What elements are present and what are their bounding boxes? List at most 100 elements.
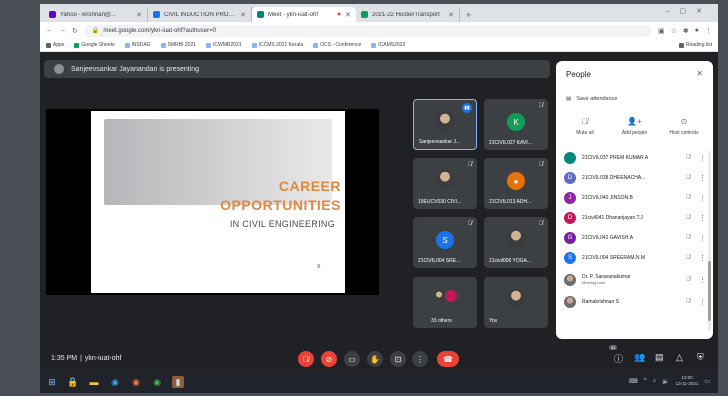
tab-title: 2021-22 Hostel/Transport	[372, 11, 440, 18]
camera-icon[interactable]: ▣	[658, 27, 665, 35]
mic-off-icon[interactable]: 🎙̸	[683, 175, 693, 181]
folder-icon[interactable]: ▬	[88, 376, 100, 388]
close-icon[interactable]: ✕	[136, 11, 142, 19]
bookmark-icon	[371, 42, 377, 48]
list-item[interactable]: G 21CIVIL042 GAVISH.A 🎙̸ ⋮	[556, 228, 713, 248]
edge-icon[interactable]: ◉	[109, 376, 121, 388]
window-controls[interactable]: –▢✕	[666, 7, 712, 15]
more-options-icon[interactable]: ⋮	[699, 154, 706, 162]
participant-name: 19EUCV030 CIVI...	[418, 199, 462, 205]
people-panel: People ✕ ▤ Save attendance 🎙̸ Mute all 👤…	[556, 61, 713, 339]
present-button[interactable]: ⊡	[390, 351, 406, 367]
activities-icon[interactable]: △	[676, 352, 683, 363]
mic-off-icon[interactable]: 🎙̸	[683, 155, 693, 161]
bookmark-iccms[interactable]: ICCMS 2021 Kerala	[251, 42, 303, 48]
windows-start-icon[interactable]: ⊞	[46, 376, 58, 388]
new-tab-button[interactable]: +	[460, 10, 477, 22]
participant-tile[interactable]: 🎙̸ 21civil006 YOGA...	[484, 217, 548, 268]
list-item[interactable]: D 21CIVIL038 DHEENACHA... 🎙̸ ⋮	[556, 168, 713, 188]
menu-icon[interactable]: ⋮	[705, 27, 712, 35]
more-options-icon[interactable]: ⋮	[699, 298, 706, 306]
bookmark-google-sheets[interactable]: Google Sheets	[74, 42, 115, 48]
bookmark-apps[interactable]: Apps	[46, 42, 64, 48]
list-item[interactable]: Dr. P. Saravanakumar Meeting host 🎙̸ ⋮	[556, 268, 713, 292]
tab-civil-induction[interactable]: CIVIL INDUCTION PROGRAMME ✕	[148, 7, 252, 22]
chrome-icon[interactable]: ◉	[151, 376, 163, 388]
host-controls-button[interactable]: ⊙ Host controls	[661, 117, 707, 136]
back-icon[interactable]: ←	[46, 27, 53, 34]
people-icon[interactable]: 👥	[634, 352, 645, 363]
more-options-icon[interactable]: ⋮	[699, 254, 706, 262]
info-icon[interactable]: ⓘ	[614, 352, 623, 365]
extensions-icon[interactable]: ✱	[683, 27, 689, 35]
tab-meet[interactable]: Meet - ykn-iuat-ohf ● ✕	[252, 7, 356, 22]
panel-title: People	[566, 70, 591, 79]
captions-button[interactable]: ▭	[344, 351, 360, 367]
participant-tile[interactable]: ▮▮ Sanjeevsankar J...	[413, 99, 477, 150]
reading-list[interactable]: Reading list	[678, 42, 712, 48]
profile-icon[interactable]: ●	[695, 27, 699, 34]
close-icon[interactable]: ✕	[240, 11, 246, 19]
raise-hand-button[interactable]: ✋	[367, 351, 383, 367]
firefox-icon[interactable]: ◉	[130, 376, 142, 388]
leave-call-button[interactable]: ☎	[437, 351, 459, 367]
participant-name: 21civil006 YOGA...	[489, 258, 532, 264]
participant-tile[interactable]: K 🎙̸ 21CIVIL027 KAVI...	[484, 99, 548, 150]
mic-off-icon[interactable]: 🎙̸	[683, 215, 693, 221]
mic-off-icon[interactable]: 🎙̸	[683, 195, 693, 201]
host-controls-icon[interactable]: ⛨	[697, 352, 704, 363]
save-attendance-button[interactable]: ▤ Save attendance	[566, 96, 618, 102]
chevron-up-icon[interactable]: ^	[644, 378, 647, 384]
list-item[interactable]: S 21CIVIL004 SREERAM.N.M 🎙̸ ⋮	[556, 248, 713, 268]
clock[interactable]: 13:00 13-11-2021	[676, 375, 699, 387]
more-options-icon[interactable]: ⋮	[699, 174, 706, 182]
tab-yahoo[interactable]: Yahoo - krishnan@... ✕	[44, 7, 148, 22]
participant-tile[interactable]: ● 🎙̸ 21CIVIL013 ADH...	[484, 158, 548, 209]
reload-icon[interactable]: ↻	[72, 27, 78, 35]
mute-all-button[interactable]: 🎙̸ Mute all	[562, 117, 608, 136]
list-item[interactable]: D 21civil041 Dhananjayan.T.J 🎙̸ ⋮	[556, 208, 713, 228]
more-options-button[interactable]: ⋮	[412, 351, 428, 367]
star-icon[interactable]: ☆	[671, 27, 677, 35]
volume-icon[interactable]: 🔈	[662, 378, 669, 385]
mic-off-icon[interactable]: 🎙̸	[683, 299, 693, 305]
mic-off-icon[interactable]: 🎙̸	[683, 277, 693, 283]
network-icon[interactable]: ⌂	[653, 378, 657, 384]
participant-tile[interactable]: S 🎙̸ 21CIVIL004 SRE...	[413, 217, 477, 268]
self-tile[interactable]: You	[484, 277, 548, 328]
lock-icon[interactable]: 🔒	[67, 376, 79, 388]
list-item[interactable]: 21CIVIL037 PREM KUMAR A 🎙̸ ⋮	[556, 148, 713, 168]
list-item[interactable]: Ramakrishnan S 🎙̸ ⋮	[556, 292, 713, 312]
list-item[interactable]: J 21CIVIL040 JINSON.B 🎙̸ ⋮	[556, 188, 713, 208]
add-people-button[interactable]: 👤+ Add people	[612, 117, 658, 136]
mic-toggle-button[interactable]: 🎙̸	[298, 351, 314, 367]
mic-off-icon[interactable]: 🎙̸	[683, 235, 693, 241]
close-icon[interactable]: ✕	[696, 69, 703, 78]
participant-tile[interactable]: 🎙̸ 19EUCV030 CIVI...	[413, 158, 477, 209]
close-icon[interactable]: ✕	[448, 11, 454, 19]
more-options-icon[interactable]: ⋮	[699, 214, 706, 222]
others-tile[interactable]: 33 others	[413, 277, 477, 328]
bookmark-insdag[interactable]: INSDAG	[124, 42, 151, 48]
more-options-icon[interactable]: ⋮	[699, 234, 706, 242]
notifications-icon[interactable]: ▭	[704, 378, 710, 385]
tab-hostel[interactable]: 2021-22 Hostel/Transport ✕	[356, 7, 460, 22]
keyboard-icon[interactable]: ⌨	[629, 378, 638, 385]
more-options-icon[interactable]: ⋮	[699, 276, 706, 284]
bookmark-smrbi[interactable]: SMRBI 2021	[160, 42, 196, 48]
close-icon[interactable]: ✕	[345, 11, 351, 19]
more-options-icon[interactable]: ⋮	[699, 194, 706, 202]
mic-off-icon[interactable]: 🎙̸	[683, 255, 693, 261]
camera-toggle-button[interactable]: ⊘	[321, 351, 337, 367]
forward-icon[interactable]: →	[59, 27, 66, 34]
panel-scroll-thumb[interactable]	[708, 261, 711, 321]
participant-name: 21CIVIL027 KAVI...	[489, 140, 532, 146]
presentation-stage[interactable]: CAREER OPPORTUNITIES IN CIVIL ENGINEERIN…	[46, 109, 379, 295]
bookmark-icwmr[interactable]: ICWMR2021	[206, 42, 242, 48]
tab-bar: Yahoo - krishnan@... ✕ CIVIL INDUCTION P…	[40, 4, 718, 22]
chat-icon[interactable]: ▤	[655, 352, 664, 363]
bookmark-icams[interactable]: ICAMS2022	[371, 42, 405, 48]
url-field[interactable]: 🔒 meet.google.com/ykn-iuat-ohf?authuser=…	[83, 24, 652, 37]
app-icon[interactable]: ▮	[172, 376, 184, 388]
bookmark-ocs[interactable]: OCS - Conference	[313, 42, 361, 48]
